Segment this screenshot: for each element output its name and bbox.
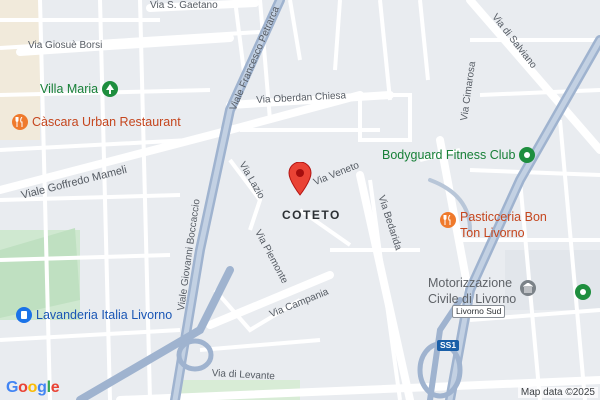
logo-letter-g: G [6, 379, 19, 396]
park-icon [575, 284, 591, 300]
poi-lavanderia-label: Lavanderia Italia Livorno [36, 308, 173, 322]
location-pin-icon[interactable] [288, 161, 312, 201]
poi-villa-maria[interactable]: Villa Maria [40, 81, 119, 97]
street-via-s-gaetano: Via S. Gaetano [150, 0, 218, 11]
restaurant-icon [440, 212, 456, 228]
poi-bodyguard-fitness-club[interactable]: Bodyguard Fitness Club [382, 147, 536, 163]
government-building-icon [520, 280, 537, 296]
poi-motorizzazione-civile[interactable]: Motorizzazione Civile di Livorno [428, 276, 537, 306]
restaurant-icon [12, 114, 28, 130]
exit-badge-livorno-sud: Livorno Sud [452, 305, 506, 318]
poi-motorizzazione-label: Motorizzazione Civile di Livorno [428, 276, 516, 306]
poi-pasticceria-bon-ton-livorno[interactable]: Pasticceria Bon Ton Livorno [440, 210, 547, 240]
map-canvas[interactable]: Via S. Gaetano Via Giosuè Borsi Viale Fr… [0, 0, 600, 400]
laundry-icon [16, 307, 32, 323]
poi-unnamed-green[interactable] [575, 284, 591, 300]
logo-letter-o2: o [27, 379, 38, 396]
poi-motorizzazione-line1: Motorizzazione [428, 276, 513, 290]
poi-cascara-urban-restaurant[interactable]: Càscara Urban Restaurant [12, 114, 181, 130]
logo-letter-g2: g [37, 379, 47, 396]
poi-cascara-label: Càscara Urban Restaurant [32, 115, 181, 129]
poi-motorizzazione-line2: Civile di Livorno [428, 292, 517, 306]
street-via-giosue-borsi: Via Giosuè Borsi [28, 40, 103, 51]
poi-lavanderia-italia-livorno[interactable]: Lavanderia Italia Livorno [16, 307, 172, 323]
poi-pasticceria-line2: Ton Livorno [460, 226, 525, 240]
poi-villa-maria-label: Villa Maria [40, 82, 99, 96]
district-label-coteto: COTETO [282, 208, 341, 222]
poi-pasticceria-label: Pasticceria Bon Ton Livorno [460, 210, 547, 240]
tree-icon [102, 81, 119, 97]
google-logo[interactable]: Google [6, 379, 60, 397]
highway-shield-ss1: SS1 [437, 340, 460, 351]
logo-letter-e: e [50, 379, 60, 396]
logo-letter-o1: o [18, 379, 28, 396]
poi-bodyguard-label: Bodyguard Fitness Club [382, 148, 516, 162]
poi-pasticceria-line1: Pasticceria Bon [460, 210, 547, 224]
fitness-icon [519, 147, 536, 163]
map-attribution[interactable]: Map data ©2025 [517, 387, 598, 398]
